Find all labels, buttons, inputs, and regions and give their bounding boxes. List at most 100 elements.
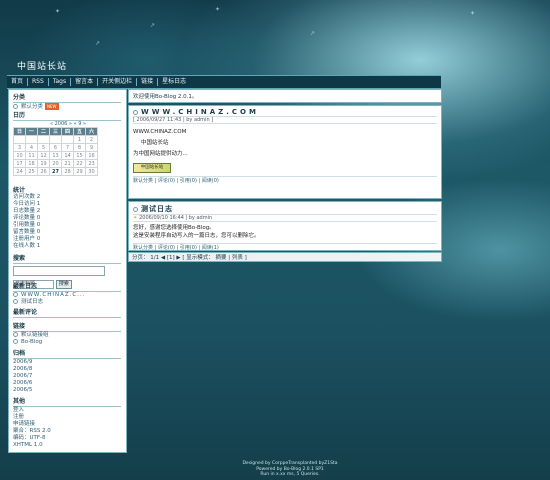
stat-item: 留言数量 0 [13,229,41,235]
calendar-day: 17 [13,159,26,168]
sidebar: 分类 默认分类 NEW 日历 « 2006 » « 9 » 日 一 二 三 四 五… [8,89,127,453]
post-links[interactable]: 默认分类 | 评论(0) | 引用(0) | 阅读(1) [133,244,437,251]
stat-item: 评论数量 0 [13,215,41,221]
post-links[interactable]: 默认分类 | 评论(0) | 引用(0) | 阅读(0) [133,177,437,184]
calendar-day: 30 [85,167,98,176]
post-body-line: WWW.CHINAZ.COM [133,129,187,135]
calendar-day: 11 [25,151,38,160]
calendar-day [61,135,74,144]
calendar-day: 6 [49,143,62,152]
calendar-day: 19 [37,159,50,168]
calendar-day: 10 [13,151,26,160]
calendar-day [49,135,62,144]
divider [13,317,121,318]
latest-comments-heading: 最新评论 [13,309,38,316]
calendar-day: 25 [25,167,38,176]
link-item[interactable]: Bo-Blog [13,339,121,346]
site-title[interactable]: 中国站长站 [17,59,67,72]
calendar-section: 日历 « 2006 » « 9 » 日 一 二 三 四 五 六 1 2 3 4 … [13,110,123,176]
archive-item[interactable]: 2006/7 [13,373,121,380]
nav-home[interactable]: 首页 [7,78,29,86]
post-body-line: 您好，感谢您选择使用Bo-Blog。 [133,225,215,231]
calendar-day: 5 [37,143,50,152]
stats-section: 统计 访问次数 2 今日访问 1 日志数量 2 评论数量 0 引用数量 0 留言… [13,185,40,250]
sparkle-icon: ↗ [310,30,316,37]
nav-links[interactable]: 链接 [137,78,159,86]
post-1: WWW.CHINAZ.COM [ 2006/09/27 11:43 | by a… [128,105,442,199]
weekday-label: 四 [61,127,74,136]
post-banner-image[interactable]: 中国站长站 [133,163,171,173]
post-title[interactable]: 测试日志 [133,204,437,214]
archive-item[interactable]: 2006/5 [13,387,121,394]
bullet-icon [13,292,18,297]
calendar-day: 4 [25,143,38,152]
post-body-line: 这是安装程序自动写入的一篇日志，您可以删除它。 [133,233,260,239]
stat-item: 引用数量 0 [13,222,41,228]
calendar-day: 15 [73,151,86,160]
calendar-day [13,135,26,144]
latest-log-item[interactable]: 测试日志 [13,299,121,306]
nav-rss[interactable]: RSS [28,78,49,86]
calendar-day-today[interactable]: 27 [49,167,62,176]
nav-toggle-sidebar[interactable]: 开关侧边栏 [98,78,138,86]
archive-item[interactable]: 2006/6 [13,380,121,387]
post-body-line: 中国站长站 [141,140,169,146]
bullet-icon [133,206,138,212]
latest-logs-heading: 最新日志 [13,283,38,290]
calendar-day: 29 [73,167,86,176]
calendar-day: 7 [61,143,74,152]
xhtml-link[interactable]: XHTML 1.0 [13,442,121,449]
calendar-day: 9 [85,143,98,152]
bullet-icon [133,109,138,115]
calendar-day: 21 [61,159,74,168]
footer-line: Run in x.xx ms, 5 Queries. [260,472,320,477]
links-heading: 链接 [13,323,26,330]
weekday-label: 五 [73,127,86,136]
calendar-day: 18 [25,159,38,168]
calendar-day: 14 [61,151,74,160]
bullet-icon [13,104,18,109]
post-body-line: 为中国网站提供动力... [133,151,188,157]
stats-heading: 统计 [13,187,26,194]
calendar-day: 1 [73,135,86,144]
nav-starred[interactable]: 星标日志 [158,78,190,86]
calendar-day: 28 [61,167,74,176]
sparkle-icon: ✦ [470,10,476,17]
weekday-label: 日 [13,127,26,136]
calendar-day: 24 [13,167,26,176]
encoding-label: 编码：UTF-8 [13,435,46,441]
rss-link[interactable]: 聚合：RSS 2.0 [13,428,121,435]
archive-item[interactable]: 2006/9 [13,359,121,366]
register-link[interactable]: 注册 [13,414,121,421]
archive-item[interactable]: 2006/8 [13,366,121,373]
nav-tags[interactable]: Tags [49,78,72,86]
main-nav: 首页 RSS Tags 留言本 开关侧边栏 链接 星标日志 [7,75,441,89]
other-section: 其他 登入 注册 申请链接 聚合：RSS 2.0 编码：UTF-8 XHTML … [13,396,121,449]
divider [13,263,121,264]
category-heading: 分类 [13,94,26,101]
calendar-day [37,135,50,144]
link-group-item[interactable]: 默认链接组 [13,332,121,339]
search-input[interactable] [13,266,105,276]
divider [133,221,437,222]
bullet-icon [13,299,18,304]
links-section: 链接 默认链接组 Bo-Blog [13,321,121,346]
weekday-label: 一 [25,127,38,136]
sparkle-icon: ↗ [150,22,156,29]
calendar-day: 2 [85,135,98,144]
apply-link-link[interactable]: 申请链接 [13,421,121,428]
stat-item: 今日访问 1 [13,201,41,207]
login-link[interactable]: 登入 [13,407,121,414]
footer: Designed by CorppeTransplanted byZ1Sta P… [140,461,440,478]
pager[interactable]: 分页： 1/1 ◀ [1] ▶ [ 显示模式： 摘要 | 列表 ] [128,252,442,262]
stat-item: 在线人数 1 [13,243,41,249]
calendar-day: 16 [85,151,98,160]
category-section: 分类 默认分类 NEW [13,92,121,111]
nav-guestbook[interactable]: 留言本 [71,78,99,86]
latest-log-item[interactable]: WWW.CHINAZ.C... [13,292,121,299]
search-heading: 搜索 [13,255,26,262]
post-title[interactable]: WWW.CHINAZ.COM [133,108,437,116]
calendar-day: 3 [13,143,26,152]
sparkle-icon: ✦ [55,8,61,15]
archive-section: 归档 2006/9 2006/8 2006/7 2006/6 2006/5 [13,348,121,394]
